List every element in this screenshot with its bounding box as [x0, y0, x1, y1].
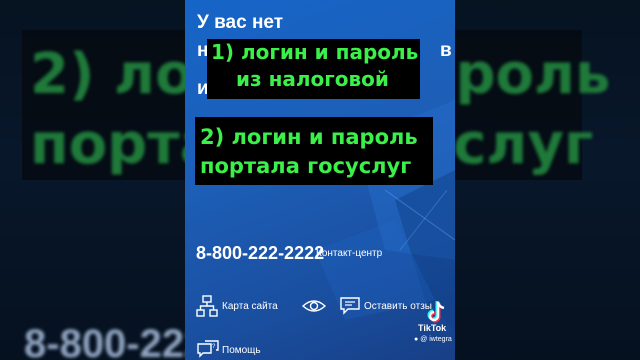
user-icon: ●	[414, 336, 419, 343]
background-phone: 8-800-222	[24, 322, 207, 360]
feedback-link[interactable]: Оставить отзы	[364, 301, 432, 312]
eye-icon[interactable]	[302, 297, 326, 315]
tiktok-username-text: @ iwtegra	[420, 336, 452, 343]
caption-2-line-1: 2) логин и пароль	[200, 125, 418, 149]
help-chat-icon: ?	[197, 340, 219, 358]
tiktok-logo-icon	[427, 301, 445, 323]
sitemap-icon	[196, 295, 218, 317]
header-line-1: У вас нет	[197, 12, 284, 33]
tiktok-watermark: TikTok	[418, 323, 447, 333]
help-link[interactable]: Помощь	[222, 345, 261, 356]
caption-1-line-1: 1) логин и пароль	[211, 40, 419, 64]
sitemap-link[interactable]: Карта сайта	[222, 301, 278, 312]
tiktok-username: ● @ iwtegra	[414, 336, 452, 343]
contact-center-label: Контакт-центр	[316, 248, 383, 259]
caption-2-line-2: портала госуслуг	[200, 154, 412, 178]
header-line-2-tail: в	[440, 40, 452, 61]
caption-box-1: 1) логин и пароль из налоговой	[207, 39, 420, 99]
svg-text:?: ?	[212, 344, 216, 350]
caption-1-line-2: из налоговой	[236, 67, 389, 91]
feedback-icon	[340, 297, 360, 315]
phone-number: 8-800-222-2222	[196, 243, 325, 263]
caption-box-2: 2) логин и пароль портала госуслуг	[195, 117, 433, 185]
